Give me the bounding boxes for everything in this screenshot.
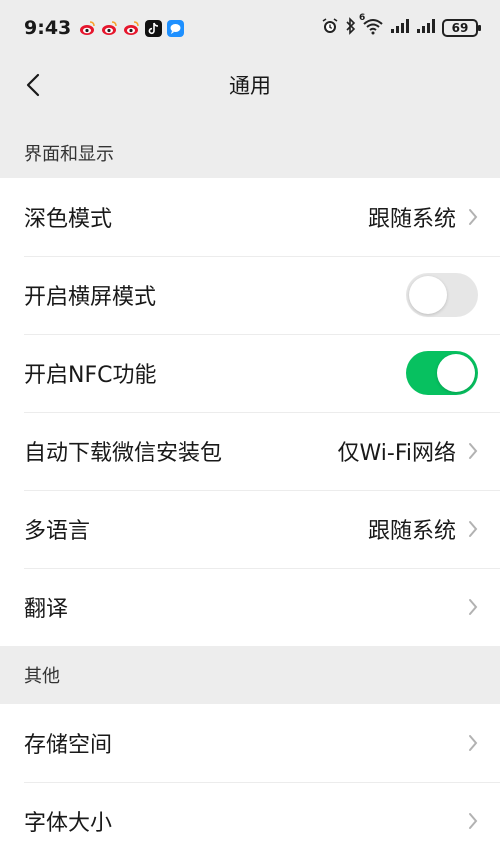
signal-icon: [390, 18, 410, 38]
section-header-other: 其他: [24, 666, 60, 687]
translate-label: 翻译: [24, 597, 69, 622]
network-type-label: 6: [359, 13, 366, 23]
chevron-left-icon: [26, 73, 40, 97]
chevron-right-icon: [468, 812, 478, 830]
settings-group-other: 存储空间 字体大小: [0, 704, 500, 863]
translate-item[interactable]: 翻译: [0, 568, 500, 646]
weibo-icon: [101, 20, 118, 37]
toggle-knob: [437, 354, 475, 392]
weibo-icon: [79, 20, 96, 37]
battery-indicator: 69: [442, 19, 481, 37]
auto-download-item[interactable]: 自动下载微信安装包 仅Wi-Fi网络: [0, 412, 500, 490]
signal-icon: [416, 18, 436, 38]
tiktok-icon: [145, 19, 163, 37]
status-time: 9:43: [24, 17, 72, 39]
language-item[interactable]: 多语言 跟随系统: [0, 490, 500, 568]
chevron-right-icon: [468, 208, 478, 226]
storage-label: 存储空间: [24, 733, 113, 758]
nav-bar: 通用: [0, 56, 500, 114]
font-size-label: 字体大小: [24, 811, 113, 836]
landscape-mode-label: 开启横屏模式: [24, 285, 157, 310]
dark-mode-item[interactable]: 深色模式 跟随系统: [0, 178, 500, 256]
language-label: 多语言: [24, 519, 91, 544]
status-indicators: 6 69: [321, 13, 481, 39]
message-app-icon: [167, 19, 185, 37]
chevron-right-icon: [468, 520, 478, 538]
auto-download-value: 仅Wi-Fi网络: [337, 441, 457, 466]
wifi-icon: 6: [359, 13, 384, 39]
alarm-icon: [321, 17, 339, 39]
dark-mode-value: 跟随系统: [367, 207, 456, 232]
chevron-right-icon: [468, 598, 478, 616]
landscape-mode-toggle[interactable]: [406, 273, 478, 317]
nfc-label: 开启NFC功能: [24, 363, 157, 388]
font-size-item[interactable]: 字体大小: [0, 782, 500, 860]
nfc-item: 开启NFC功能: [0, 334, 500, 412]
chevron-right-icon: [468, 442, 478, 460]
bluetooth-icon: [345, 17, 356, 39]
page-title: 通用: [229, 74, 271, 98]
back-button[interactable]: [16, 68, 50, 102]
weibo-icon: [123, 20, 140, 37]
status-app-icons: [79, 19, 185, 37]
auto-download-label: 自动下载微信安装包: [24, 441, 223, 466]
dark-mode-label: 深色模式: [24, 207, 113, 232]
chevron-right-icon: [468, 734, 478, 752]
nfc-toggle[interactable]: [406, 351, 478, 395]
status-bar: 9:43 6 69: [0, 0, 500, 56]
section-header-display: 界面和显示: [24, 144, 114, 165]
landscape-mode-item: 开启横屏模式: [0, 256, 500, 334]
language-value: 跟随系统: [367, 519, 456, 544]
settings-group-display: 深色模式 跟随系统 开启横屏模式 开启NFC功能 自动下载微信安装包 仅Wi-F…: [0, 178, 500, 646]
toggle-knob: [409, 276, 447, 314]
storage-item[interactable]: 存储空间: [0, 704, 500, 782]
